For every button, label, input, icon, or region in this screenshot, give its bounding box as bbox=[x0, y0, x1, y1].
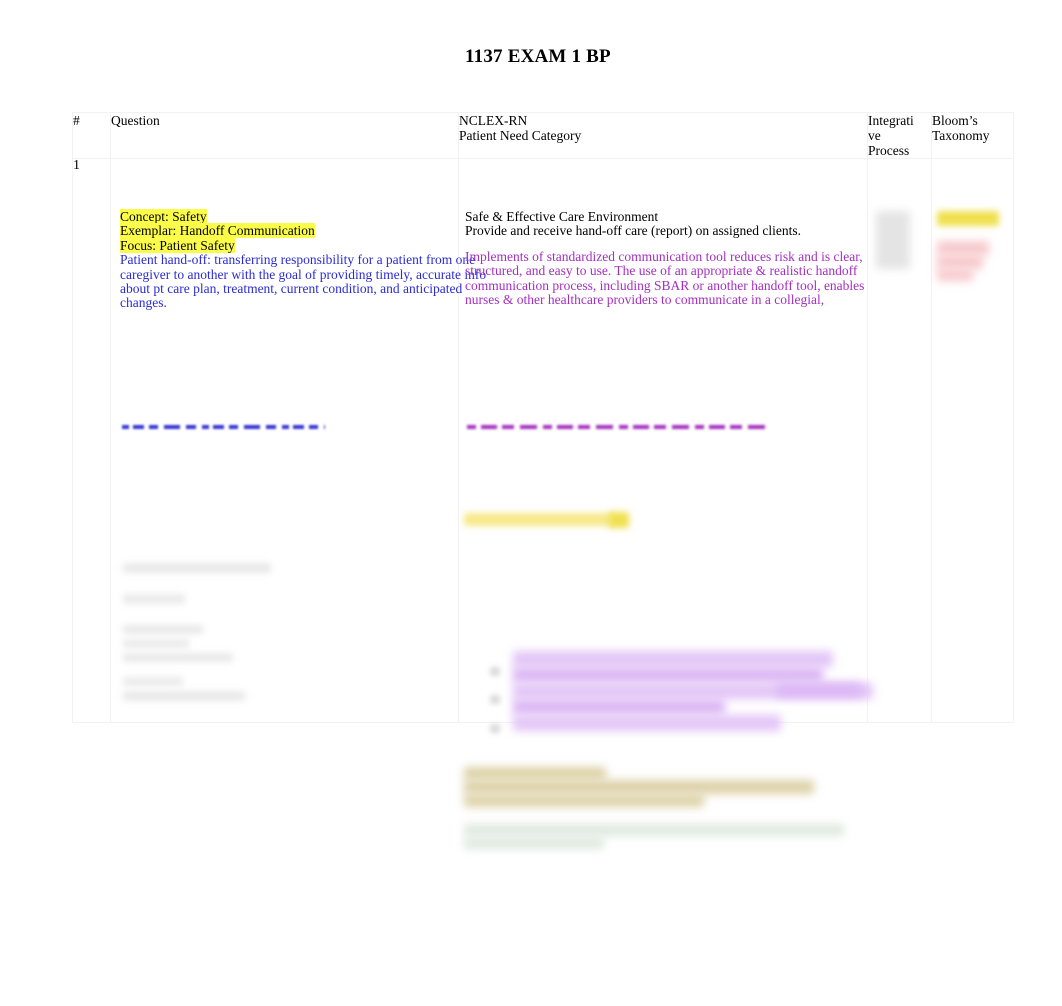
nclex-rationale-line-2: structured, and easy to use. The use of … bbox=[465, 263, 858, 279]
blooms-redacted-highlight-yellow bbox=[937, 211, 999, 226]
column-header-integrative-process-line1: Integrati bbox=[868, 113, 914, 128]
nclex-redacted-highlight-yellow bbox=[464, 513, 614, 526]
column-header-integrative-process-line2: ve bbox=[868, 128, 881, 143]
nclex-redacted-highlight-purple-4 bbox=[513, 699, 725, 715]
blooms-redacted-highlight-pink-2 bbox=[937, 255, 983, 269]
question-redacted-block-5 bbox=[123, 653, 233, 662]
nclex-rationale-line-1: Implements of standardized communication… bbox=[465, 248, 863, 264]
question-highlight-line-3: Focus: Patient Safety bbox=[120, 237, 235, 253]
blooms-taxonomy-cell bbox=[931, 158, 1014, 723]
question-redacted-block-6 bbox=[123, 677, 183, 686]
nclex-list-marker-3 bbox=[490, 724, 500, 733]
column-header-nclex-line1: NCLEX-RN bbox=[459, 113, 528, 128]
question-truncated-line bbox=[122, 425, 325, 429]
nclex-redacted-highlight-purple-1 bbox=[513, 651, 833, 667]
column-header-blooms-taxonomy: Bloom’s Taxonomy bbox=[931, 112, 1014, 159]
column-header-integrative-process-line3: Process bbox=[868, 143, 910, 158]
nclex-category-line-2: Provide and receive hand-off care (repor… bbox=[465, 223, 801, 239]
question-body-line-3: about pt care plan, treatment, current c… bbox=[120, 281, 463, 297]
nclex-truncated-line bbox=[467, 425, 765, 429]
column-header-question: Question bbox=[110, 112, 459, 159]
column-header-blooms-line1: Bloom’s bbox=[932, 113, 978, 128]
nclex-redacted-block-green-1 bbox=[464, 824, 844, 836]
column-header-number-label: # bbox=[73, 113, 80, 128]
question-content: Concept: Safety Exemplar: Handoff Commun… bbox=[120, 209, 487, 311]
question-redacted-block-1 bbox=[123, 563, 271, 573]
nclex-category-line-1: Safe & Effective Care Environment bbox=[465, 209, 659, 224]
nclex-redacted-highlight-purple-6 bbox=[777, 683, 861, 697]
blooms-redacted-highlight-pink-3 bbox=[937, 269, 973, 281]
nclex-rationale-line-3: communication process, including SBAR or… bbox=[465, 277, 865, 293]
table-header-row: # Question NCLEX-RN Patient Need Categor… bbox=[72, 112, 1014, 159]
nclex-redacted-highlight-purple-5 bbox=[513, 715, 781, 731]
question-redacted-block-2 bbox=[123, 594, 185, 604]
nclex-redacted-highlight-yellow-end bbox=[609, 512, 629, 528]
question-redacted-block-3 bbox=[123, 625, 203, 634]
nclex-redacted-highlight-tan-3 bbox=[464, 794, 704, 807]
question-redacted-block-4 bbox=[123, 639, 189, 648]
question-body-line-4: changes. bbox=[120, 295, 167, 311]
question-highlight-line-1: Concept: Safety bbox=[120, 209, 207, 224]
nclex-cell: Safe & Effective Care Environment Provid… bbox=[458, 158, 873, 849]
nclex-redacted-block-green-2 bbox=[464, 837, 604, 849]
nclex-redacted-highlight-tan-1 bbox=[464, 767, 606, 780]
nclex-redacted-highlight-purple-2 bbox=[513, 667, 823, 683]
nclex-list-marker-2 bbox=[490, 695, 500, 704]
nclex-rationale-line-4: nurses & other healthcare providers to c… bbox=[465, 292, 825, 308]
column-header-nclex-line2: Patient Need Category bbox=[459, 128, 582, 143]
question-body-line-2: caregiver to another with the goal of pr… bbox=[120, 266, 487, 282]
nclex-list-marker-1 bbox=[490, 667, 500, 676]
page-title: 1137 EXAM 1 BP bbox=[465, 46, 611, 67]
column-header-integrative-process: Integrati ve Process bbox=[867, 112, 932, 159]
blooms-redacted-highlight-pink-1 bbox=[937, 241, 989, 255]
question-redacted-block-7 bbox=[123, 691, 245, 701]
exam-table: # Question NCLEX-RN Patient Need Categor… bbox=[72, 112, 1014, 849]
column-header-question-label: Question bbox=[111, 113, 160, 128]
column-header-number: # bbox=[72, 112, 111, 159]
nclex-redacted-highlight-tan-2 bbox=[464, 780, 814, 794]
integrative-process-cell bbox=[867, 158, 932, 723]
question-cell: Concept: Safety Exemplar: Handoff Commun… bbox=[110, 158, 487, 723]
row-number: 1 bbox=[73, 158, 80, 173]
column-header-nclex: NCLEX-RN Patient Need Category bbox=[458, 112, 868, 159]
table-row: 1 Concept: Safety Exemplar: Handoff Comm… bbox=[72, 158, 1014, 849]
question-body-line-1: Patient hand-off: transferring responsib… bbox=[120, 252, 476, 268]
column-header-blooms-line2: Taxonomy bbox=[932, 128, 990, 143]
row-number-cell: 1 bbox=[72, 158, 111, 723]
integrative-process-redacted-block bbox=[876, 211, 910, 269]
question-highlight-line-2: Exemplar: Handoff Communication bbox=[120, 223, 315, 239]
nclex-content: Safe & Effective Care Environment Provid… bbox=[465, 209, 865, 308]
